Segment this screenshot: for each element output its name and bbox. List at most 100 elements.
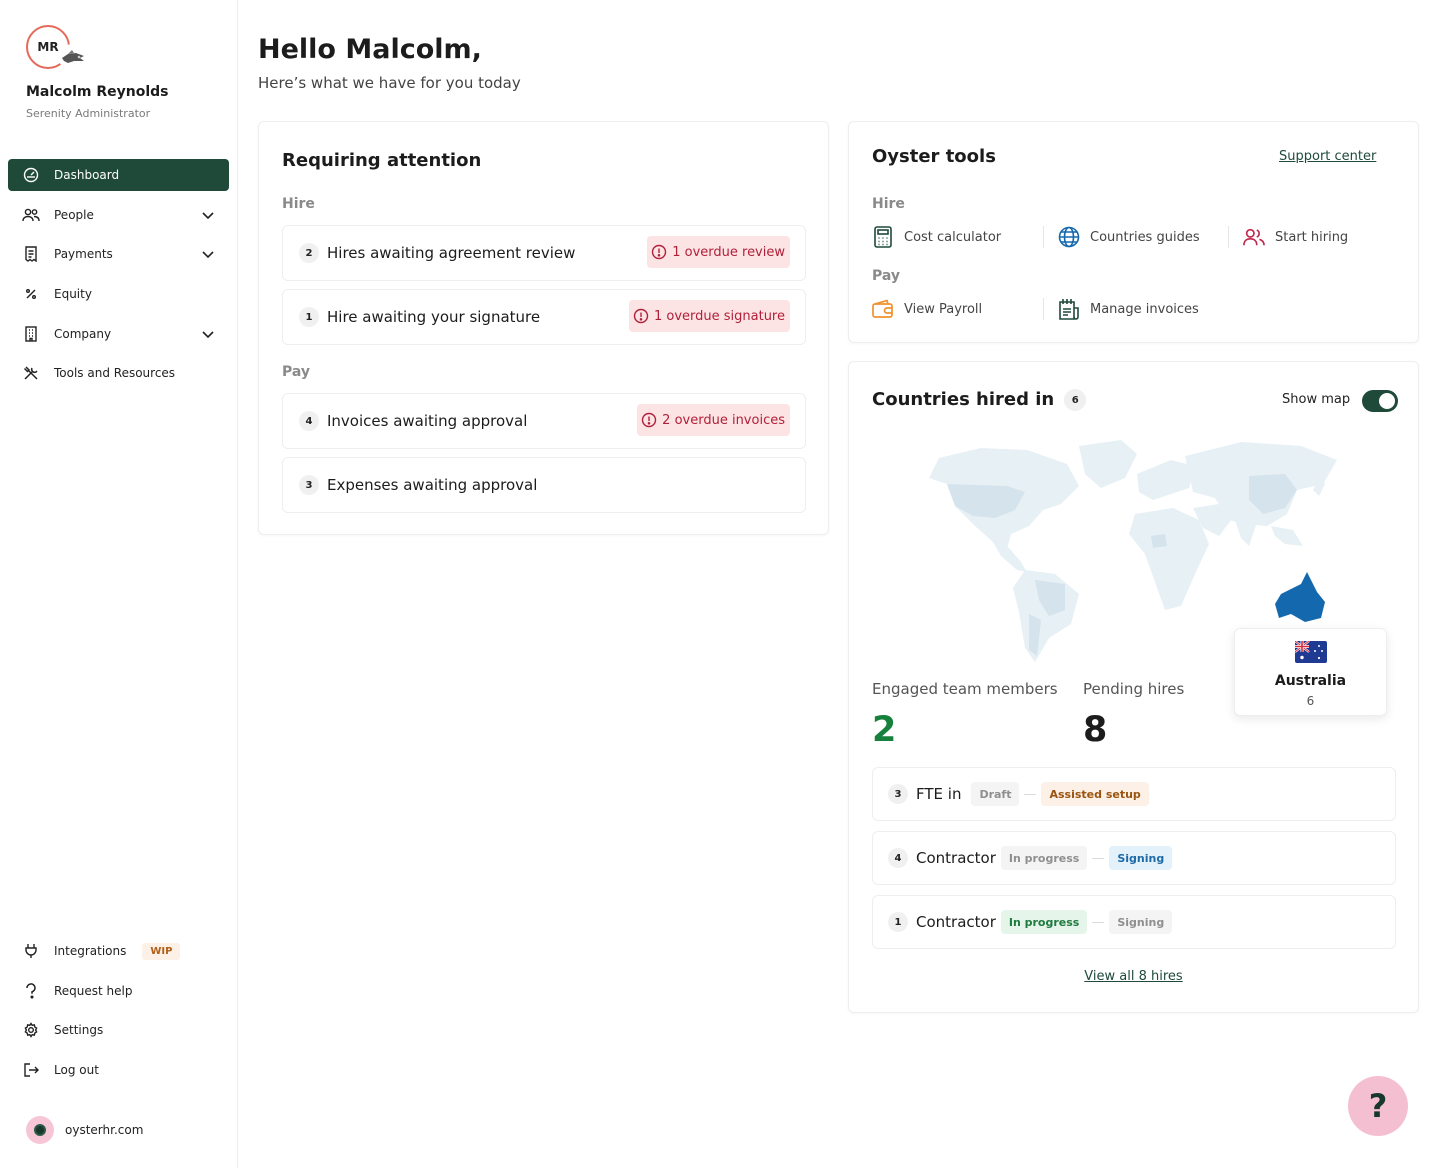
building-icon <box>22 325 40 343</box>
alert-circle-icon <box>651 244 667 260</box>
tool-label: View Payroll <box>904 301 983 317</box>
nav-item-settings[interactable]: Settings <box>8 1014 229 1046</box>
attention-item-label: Hires awaiting agreement review <box>327 244 576 262</box>
percent-icon <box>22 285 40 303</box>
attention-item[interactable]: 3 Expenses awaiting approval <box>282 457 806 513</box>
section-label-hire: Hire <box>282 196 315 212</box>
serenity-ship-icon <box>58 44 88 70</box>
nav-item-equity[interactable]: Equity <box>8 278 229 310</box>
view-all-hires-link[interactable]: View all 8 hires <box>849 969 1418 984</box>
chevron-down-icon[interactable] <box>201 327 215 344</box>
attention-item[interactable]: 4 Invoices awaiting approval 2 overdue i… <box>282 393 806 449</box>
overdue-label: 2 overdue invoices <box>662 412 785 428</box>
card-title: Countries hired in 6 <box>872 389 1087 411</box>
count-badge: 6 <box>1064 389 1087 411</box>
count-badge: 4 <box>888 848 908 868</box>
bottom-nav: Integrations WIP Request help Settings L… <box>8 935 229 1094</box>
status-tag: Draft <box>971 782 1020 806</box>
help-button[interactable]: ? <box>1348 1076 1408 1136</box>
section-label-pay: Pay <box>282 364 311 380</box>
map-greenland <box>1079 440 1137 488</box>
hire-row[interactable]: 4 Contractor In progress Signing <box>872 831 1396 885</box>
status-tag: Assisted setup <box>1041 782 1149 806</box>
nav-item-label: Company <box>54 326 112 341</box>
card-title: Oyster tools <box>872 146 996 167</box>
tool-label: Manage invoices <box>1090 301 1199 317</box>
hire-row[interactable]: 3 FTE in Draft Assisted setup <box>872 767 1396 821</box>
nav-item-tools[interactable]: Tools and Resources <box>8 357 229 389</box>
nav-item-label: Equity <box>54 287 92 302</box>
overdue-badge: 1 overdue review <box>647 236 790 268</box>
status-tag: In progress <box>1000 910 1088 934</box>
show-map-toggle[interactable] <box>1362 390 1398 412</box>
nav-item-label: Integrations <box>54 944 127 958</box>
status-tag: Signing <box>1109 846 1173 870</box>
status-tag: In progress <box>1000 846 1088 870</box>
page-title: Hello Malcolm, <box>258 34 482 65</box>
wallet-icon <box>872 298 894 320</box>
tool-cost-calculator[interactable]: Cost calculator <box>872 226 1001 248</box>
hire-label: Contractor <box>916 849 996 867</box>
australia-flag-icon <box>1295 641 1327 663</box>
show-map-label: Show map <box>1282 392 1351 407</box>
tool-start-hiring[interactable]: Start hiring <box>1243 226 1348 248</box>
nav-item-request-help[interactable]: Request help <box>8 975 229 1007</box>
calculator-icon <box>872 226 894 248</box>
tools-icon <box>22 364 40 382</box>
nav-item-logout[interactable]: Log out <box>8 1054 229 1086</box>
overdue-badge: 1 overdue signature <box>628 300 790 332</box>
attention-item-label: Hire awaiting your signature <box>327 308 541 326</box>
alert-circle-icon <box>633 308 649 324</box>
step-connector <box>1092 921 1105 923</box>
nav-item-integrations[interactable]: Integrations WIP <box>8 935 229 967</box>
status-tag: Signing <box>1109 910 1173 934</box>
receipt-icon <box>22 245 40 263</box>
nav-item-people[interactable]: People <box>8 199 229 231</box>
chevron-down-icon[interactable] <box>201 247 215 264</box>
nav-item-label: Request help <box>54 983 133 998</box>
nav-item-label: People <box>54 207 94 222</box>
attention-item-label: Invoices awaiting approval <box>327 412 528 430</box>
divider <box>1228 226 1229 248</box>
overdue-label: 1 overdue review <box>672 244 785 260</box>
nav-item-label: Settings <box>54 1023 104 1038</box>
tool-label: Cost calculator <box>904 229 1002 245</box>
divider <box>1043 226 1044 248</box>
globe-icon <box>1058 226 1080 248</box>
card-title: Requiring attention <box>282 150 482 171</box>
divider <box>1043 298 1044 320</box>
main-nav: Dashboard People Payments Equity Company… <box>8 159 229 397</box>
oyster-logo-icon <box>26 1116 54 1144</box>
toggle-knob <box>1379 393 1395 409</box>
requiring-attention-card: Requiring attention Hire 2 Hires awaitin… <box>258 121 829 535</box>
oyster-tools-card: Oyster tools Support center Hire Cost ca… <box>848 121 1419 343</box>
map-australia <box>1275 572 1325 622</box>
section-label-hire: Hire <box>872 196 905 212</box>
tool-view-payroll[interactable]: View Payroll <box>872 298 982 320</box>
pending-value: 8 <box>1083 710 1108 750</box>
hire-label: Contractor <box>916 913 996 931</box>
chevron-down-icon[interactable] <box>201 208 215 225</box>
plug-icon <box>22 942 40 960</box>
hire-row[interactable]: 1 Contractor In progress Signing <box>872 895 1396 949</box>
count-badge: 1 <box>888 912 908 932</box>
attention-item[interactable]: 2 Hires awaiting agreement review 1 over… <box>282 225 806 281</box>
site-link[interactable]: oysterhr.com <box>26 1116 143 1144</box>
gear-icon <box>22 1021 40 1039</box>
overdue-badge: 2 overdue invoices <box>637 404 790 436</box>
tool-countries-guides[interactable]: Countries guides <box>1058 226 1200 248</box>
card-title-text: Countries hired in <box>872 389 1055 410</box>
step-connector <box>1092 857 1105 859</box>
tool-manage-invoices[interactable]: Manage invoices <box>1058 298 1199 320</box>
nav-item-label: Dashboard <box>54 168 120 182</box>
user-name: Malcolm Reynolds <box>26 84 169 100</box>
nav-item-company[interactable]: Company <box>8 318 229 350</box>
map-africa <box>1129 508 1209 610</box>
gauge-icon <box>22 166 40 184</box>
section-label-pay: Pay <box>872 268 901 284</box>
nav-item-dashboard[interactable]: Dashboard <box>8 159 229 191</box>
nav-item-payments[interactable]: Payments <box>8 238 229 270</box>
support-center-link[interactable]: Support center <box>1279 149 1376 164</box>
attention-item[interactable]: 1 Hire awaiting your signature 1 overdue… <box>282 289 806 345</box>
user-role: Serenity Administrator <box>26 107 151 120</box>
